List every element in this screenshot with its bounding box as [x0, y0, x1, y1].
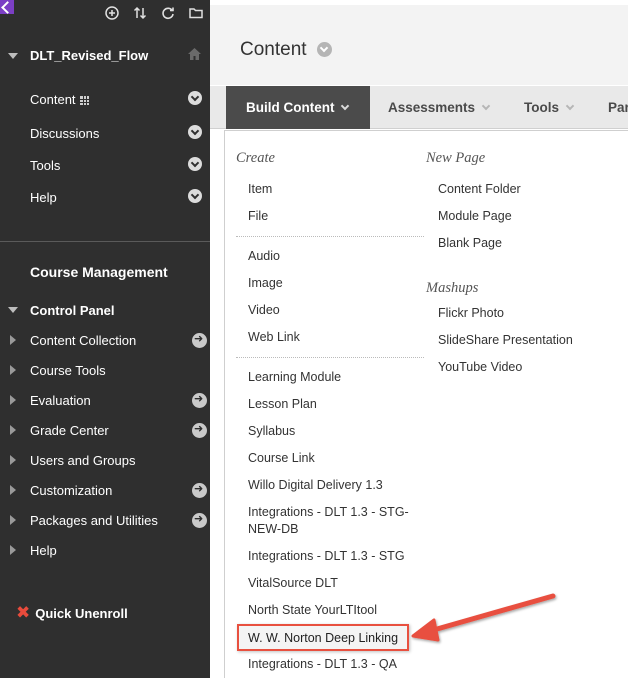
chevron-right-icon[interactable] — [10, 515, 16, 525]
tab-partner-content[interactable]: Par — [608, 86, 628, 129]
menu-item-web-link[interactable]: Web Link — [248, 330, 300, 344]
menu-item-willo-digital-delivery[interactable]: Willo Digital Delivery 1.3 — [248, 478, 383, 492]
cp-item-users-and-groups[interactable]: Users and Groups — [30, 453, 136, 468]
action-bar: Build Content Assessments Tools Par — [210, 86, 628, 129]
sidebar-divider — [0, 241, 210, 242]
cp-item-evaluation[interactable]: Evaluation — [30, 393, 91, 408]
quick-unenroll-label: Quick Unenroll — [35, 606, 128, 621]
chevron-down-icon — [341, 101, 350, 110]
course-management-title: Course Management — [30, 264, 168, 280]
control-panel-expand-icon[interactable] — [8, 307, 18, 313]
chevron-down-icon — [565, 101, 575, 110]
chevron-down-icon[interactable] — [188, 125, 202, 139]
course-menu-help[interactable]: Help — [30, 190, 57, 205]
menu-item-label: W. W. Norton Deep Linking — [248, 631, 399, 645]
menu-item-image[interactable]: Image — [248, 276, 283, 290]
chevron-right-icon[interactable] — [10, 545, 16, 555]
chevron-right-icon[interactable] — [10, 335, 16, 345]
menu-item-file[interactable]: File — [248, 209, 268, 223]
menu-item-blank-page[interactable]: Blank Page — [438, 236, 502, 250]
arrow-right-icon[interactable] — [192, 512, 207, 528]
chevron-down-icon[interactable] — [188, 189, 202, 203]
menu-item-integrations-stg-new-db-line2[interactable]: NEW-DB — [248, 522, 298, 536]
tab-build-content[interactable]: Build Content — [226, 86, 370, 129]
quick-unenroll-link[interactable]: ✖ Quick Unenroll — [16, 605, 128, 622]
menu-item-slideshare-presentation[interactable]: SlideShare Presentation — [438, 333, 573, 347]
menu-item-lesson-plan[interactable]: Lesson Plan — [248, 397, 317, 411]
home-icon[interactable] — [187, 47, 202, 66]
chevron-down-icon — [481, 101, 491, 110]
menu-item-integrations-stg[interactable]: Integrations - DLT 1.3 - STG — [248, 549, 405, 563]
course-menu-tools[interactable]: Tools — [30, 158, 60, 173]
menu-item-module-page[interactable]: Module Page — [438, 209, 512, 223]
chevron-right-icon[interactable] — [10, 425, 16, 435]
course-menu-discussions[interactable]: Discussions — [30, 126, 99, 141]
collapse-sidebar-icon[interactable] — [0, 0, 14, 14]
cp-item-packages-and-utilities[interactable]: Packages and Utilities — [30, 513, 158, 528]
menu-item-north-state-yourltitool[interactable]: North State YourLTItool — [248, 603, 377, 617]
menu-item-integrations-qa[interactable]: Integrations - DLT 1.3 - QA — [248, 657, 397, 671]
tab-assessments[interactable]: Assessments — [388, 86, 491, 129]
cp-item-course-tools[interactable]: Course Tools — [30, 363, 106, 378]
cp-item-help[interactable]: Help — [30, 543, 57, 558]
course-expand-icon[interactable] — [8, 53, 18, 59]
cp-item-customization[interactable]: Customization — [30, 483, 112, 498]
tab-label: Build Content — [246, 100, 335, 115]
mashups-heading: Mashups — [426, 280, 479, 296]
chevron-right-icon[interactable] — [10, 485, 16, 495]
menu-item-integrations-stg-new-db[interactable]: Integrations - DLT 1.3 - STG- — [248, 505, 409, 519]
close-icon: ✖ — [16, 603, 31, 623]
menu-separator — [236, 236, 424, 237]
menu-item-vitalsource-dlt[interactable]: VitalSource DLT — [248, 576, 338, 590]
chevron-down-icon[interactable] — [317, 42, 332, 57]
menu-item-syllabus[interactable]: Syllabus — [248, 424, 295, 438]
menu-item-learning-module[interactable]: Learning Module — [248, 370, 341, 384]
course-title[interactable]: DLT_Revised_Flow — [30, 48, 148, 63]
menu-item-youtube-video[interactable]: YouTube Video — [438, 360, 522, 374]
course-menu-label: Content — [30, 92, 76, 107]
sidebar-toolbar — [0, 0, 210, 28]
page-title: Content — [240, 39, 307, 60]
menu-item-audio[interactable]: Audio — [248, 249, 280, 263]
grid-icon — [79, 96, 89, 105]
arrow-right-icon[interactable] — [192, 332, 207, 348]
folder-icon[interactable] — [188, 5, 204, 21]
control-panel-title[interactable]: Control Panel — [30, 303, 115, 318]
reorder-icon[interactable] — [132, 5, 148, 21]
arrow-right-icon[interactable] — [192, 482, 207, 498]
add-icon[interactable] — [104, 5, 120, 21]
page-header: Content — [210, 5, 628, 85]
cp-item-content-collection[interactable]: Content Collection — [30, 333, 136, 348]
tab-tools[interactable]: Tools — [524, 86, 575, 129]
arrow-right-icon[interactable] — [192, 422, 207, 438]
menu-separator — [236, 357, 424, 358]
chevron-down-icon[interactable] — [188, 157, 202, 171]
arrow-right-icon[interactable] — [192, 392, 207, 408]
refresh-icon[interactable] — [160, 5, 176, 21]
menu-item-course-link[interactable]: Course Link — [248, 451, 315, 465]
tab-label: Tools — [524, 100, 559, 115]
new-page-heading: New Page — [426, 150, 486, 166]
menu-item-item[interactable]: Item — [248, 182, 272, 196]
chevron-right-icon[interactable] — [10, 455, 16, 465]
menu-item-video[interactable]: Video — [248, 303, 280, 317]
chevron-down-icon[interactable] — [188, 91, 202, 105]
tab-label: Par — [608, 100, 628, 115]
tab-label: Assessments — [388, 100, 476, 115]
menu-item-content-folder[interactable]: Content Folder — [438, 182, 521, 196]
menu-item-flickr-photo[interactable]: Flickr Photo — [438, 306, 504, 320]
cp-item-grade-center[interactable]: Grade Center — [30, 423, 109, 438]
course-sidebar: DLT_Revised_Flow Content Discussions Too… — [0, 0, 210, 678]
chevron-right-icon[interactable] — [10, 395, 16, 405]
menu-item-ww-norton-deep-linking[interactable]: W. W. Norton Deep Linking — [237, 624, 409, 651]
course-menu-content[interactable]: Content — [30, 92, 89, 107]
create-heading: Create — [236, 150, 275, 166]
chevron-right-icon[interactable] — [10, 365, 16, 375]
